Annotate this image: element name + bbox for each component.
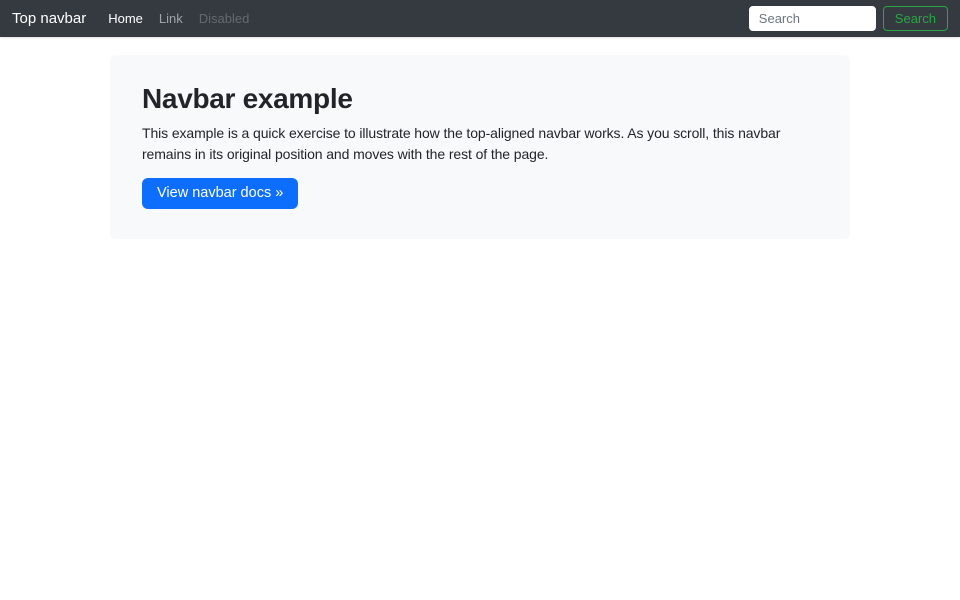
search-button[interactable]: Search (882, 6, 948, 31)
navbar-search-form: Search (748, 6, 948, 31)
navbar-brand[interactable]: Top navbar (12, 10, 86, 27)
hero-description: This example is a quick exercise to illu… (142, 125, 781, 162)
nav-link-home[interactable]: Home (100, 11, 151, 26)
hero-panel: Navbar example This example is a quick e… (110, 55, 850, 240)
nav-link-link[interactable]: Link (151, 11, 191, 26)
navbar-links: Home Link Disabled (100, 10, 257, 28)
nav-link-disabled: Disabled (198, 10, 250, 26)
main-container: Navbar example This example is a quick e… (110, 55, 850, 240)
top-navbar: Top navbar Home Link Disabled Search (0, 0, 960, 37)
search-input[interactable] (748, 6, 876, 31)
page-title: Navbar example (142, 83, 353, 114)
view-navbar-docs-button[interactable]: View navbar docs » (142, 178, 299, 210)
